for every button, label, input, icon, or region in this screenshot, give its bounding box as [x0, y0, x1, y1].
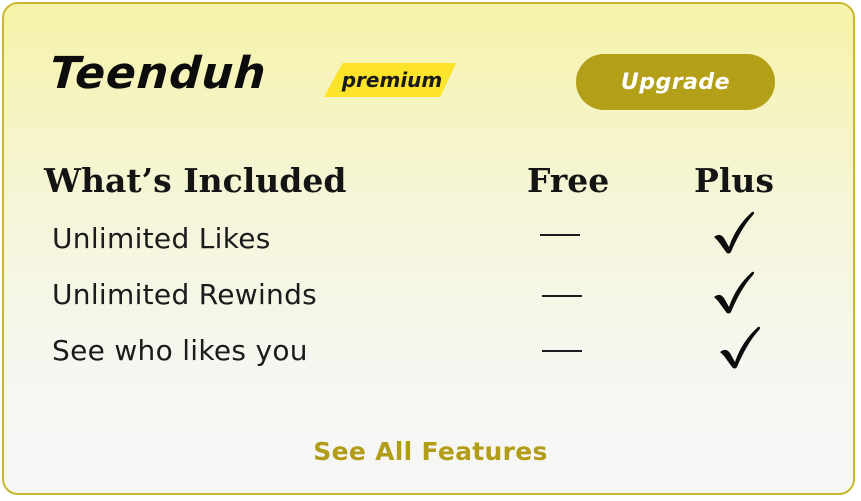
check-icon	[720, 326, 761, 369]
feature-label-unlimited-rewinds: Unlimited Rewinds	[52, 278, 318, 311]
column-header-included: What’s Included	[44, 161, 347, 200]
column-header-free: Free	[527, 161, 610, 200]
premium-badge-label: premium	[341, 68, 443, 92]
column-header-plus: Plus	[694, 161, 774, 200]
see-all-features-link[interactable]: See All Features	[4, 437, 857, 466]
premium-card: Teenduh premium Upgrade What’s Included …	[2, 2, 855, 495]
upgrade-button[interactable]: Upgrade	[576, 54, 775, 110]
feature-label-unlimited-likes: Unlimited Likes	[52, 222, 271, 255]
check-icon	[714, 271, 755, 314]
feature-label-see-who-likes-you: See who likes you	[52, 334, 308, 367]
check-icon	[714, 211, 755, 254]
free-dash-icon	[542, 295, 582, 297]
free-dash-icon	[542, 350, 582, 352]
free-dash-icon	[540, 234, 580, 236]
brand-logo: Teenduh	[48, 48, 269, 99]
